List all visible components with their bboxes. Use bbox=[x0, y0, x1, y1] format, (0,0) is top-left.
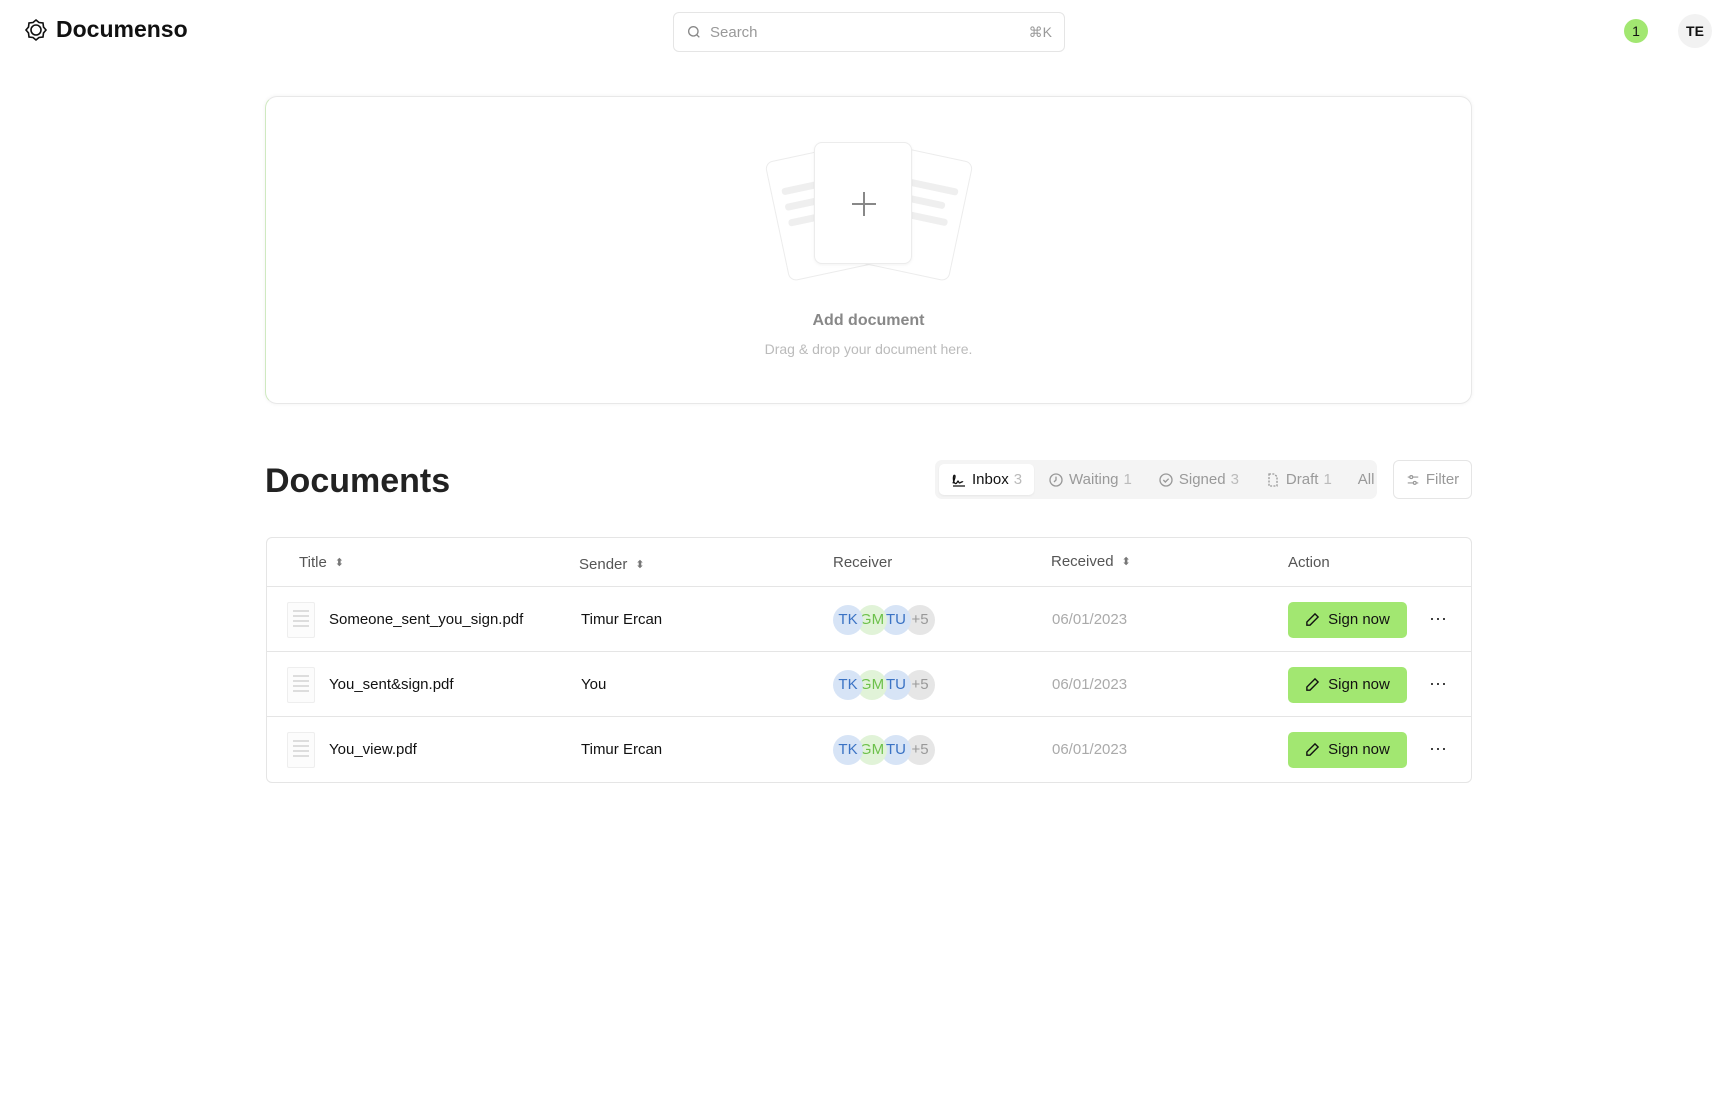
sign-now-label: Sign now bbox=[1328, 676, 1390, 693]
sender: You bbox=[581, 652, 606, 717]
check-circle-icon bbox=[1158, 472, 1174, 488]
sign-now-button[interactable]: Sign now bbox=[1288, 732, 1407, 768]
document-title-cell[interactable]: You_view.pdf bbox=[287, 717, 417, 782]
upload-title: Add document bbox=[266, 312, 1471, 330]
sort-icon: ⬍ bbox=[335, 556, 344, 569]
search-placeholder: Search bbox=[710, 24, 758, 41]
table-row[interactable]: You_sent&sign.pdf You TKGMTU+5 06/01/202… bbox=[267, 651, 1471, 716]
column-header-receiver: Receiver bbox=[833, 538, 892, 586]
receiver-avatars: TKGMTU+5 bbox=[833, 587, 929, 652]
column-label: Action bbox=[1288, 554, 1330, 571]
more-options-icon[interactable]: ⋯ bbox=[1429, 717, 1448, 782]
tab-count: 1 bbox=[1323, 471, 1331, 488]
document-title-cell[interactable]: Someone_sent_you_sign.pdf bbox=[287, 587, 523, 652]
more-options-icon[interactable]: ⋯ bbox=[1429, 652, 1448, 717]
pdf-file-icon bbox=[287, 667, 315, 703]
tab-count: 3 bbox=[1014, 471, 1022, 488]
receiver-avatars: TKGMTU+5 bbox=[833, 717, 929, 782]
paper-center-illustration bbox=[814, 142, 912, 264]
upload-dropzone[interactable]: Add document Drag & drop your document h… bbox=[265, 96, 1472, 404]
tab-label: Inbox bbox=[972, 471, 1009, 488]
tab-label: All bbox=[1358, 471, 1375, 488]
receiver-avatar: TK bbox=[833, 605, 863, 635]
column-header-title[interactable]: Title ⬍ bbox=[299, 538, 344, 586]
search-icon bbox=[686, 24, 702, 40]
file-dashed-icon bbox=[1265, 472, 1281, 488]
sign-now-button[interactable]: Sign now bbox=[1288, 667, 1407, 703]
receiver-avatar: TK bbox=[833, 670, 863, 700]
search-input[interactable]: Search ⌘K bbox=[673, 12, 1065, 52]
hexagon-gear-icon bbox=[24, 18, 48, 42]
more-options-icon[interactable]: ⋯ bbox=[1429, 587, 1448, 652]
document-title: You_view.pdf bbox=[329, 741, 417, 758]
sign-now-label: Sign now bbox=[1328, 741, 1390, 758]
sort-icon: ⬍ bbox=[1122, 555, 1131, 568]
documents-table: Title ⬍ Sender ⬍ Receiver Received ⬍ Action… bbox=[266, 537, 1472, 783]
upload-subtitle: Drag & drop your document here. bbox=[266, 341, 1471, 357]
pencil-icon bbox=[1305, 677, 1320, 692]
tab-inbox[interactable]: Inbox 3 bbox=[939, 464, 1034, 495]
tab-label: Waiting bbox=[1069, 471, 1118, 488]
tab-label: Signed bbox=[1179, 471, 1226, 488]
document-title-cell[interactable]: You_sent&sign.pdf bbox=[287, 652, 454, 717]
pencil-icon bbox=[1305, 742, 1320, 757]
tab-label: Draft bbox=[1286, 471, 1319, 488]
receiver-avatar: TK bbox=[833, 735, 863, 765]
filter-button[interactable]: Filter bbox=[1393, 460, 1472, 499]
sender: Timur Ercan bbox=[581, 587, 662, 652]
column-header-received[interactable]: Received ⬍ bbox=[1051, 537, 1131, 585]
table-row[interactable]: You_view.pdf Timur Ercan TKGMTU+5 06/01/… bbox=[267, 716, 1471, 781]
tab-count: 1 bbox=[1124, 471, 1132, 488]
sort-icon: ⬍ bbox=[635, 558, 644, 571]
document-title: Someone_sent_you_sign.pdf bbox=[329, 611, 523, 628]
page-title: Documents bbox=[265, 462, 450, 501]
pdf-file-icon bbox=[287, 602, 315, 638]
tab-draft[interactable]: Draft1 bbox=[1253, 464, 1344, 495]
column-label: Title bbox=[299, 554, 327, 571]
receiver-avatars: TKGMTU+5 bbox=[833, 652, 929, 717]
column-header-sender[interactable]: Sender ⬍ bbox=[579, 540, 645, 588]
notification-badge[interactable]: 1 bbox=[1624, 19, 1648, 43]
tab-waiting[interactable]: Waiting 1 bbox=[1036, 464, 1144, 495]
column-label: Receiver bbox=[833, 554, 892, 571]
clock-icon bbox=[1048, 472, 1064, 488]
sign-now-label: Sign now bbox=[1328, 611, 1390, 628]
document-title: You_sent&sign.pdf bbox=[329, 676, 454, 693]
plus-icon bbox=[851, 191, 877, 217]
pencil-icon bbox=[1305, 612, 1320, 627]
sender: Timur Ercan bbox=[581, 717, 662, 782]
filter-label: Filter bbox=[1426, 471, 1459, 488]
received-date: 06/01/2023 bbox=[1052, 587, 1127, 652]
pdf-file-icon bbox=[287, 732, 315, 768]
app-name: Documenso bbox=[56, 16, 188, 43]
received-date: 06/01/2023 bbox=[1052, 717, 1127, 782]
sign-now-button[interactable]: Sign now bbox=[1288, 602, 1407, 638]
user-avatar[interactable]: TE bbox=[1678, 14, 1712, 48]
app-logo[interactable]: Documenso bbox=[24, 16, 188, 43]
status-tabs: Inbox3 Waiting1 Signed3 Draft1 All bbox=[935, 460, 1377, 499]
table-row[interactable]: Someone_sent_you_sign.pdf Timur Ercan TK… bbox=[267, 586, 1471, 651]
tab-all[interactable]: All bbox=[1346, 464, 1387, 495]
column-header-action: Action bbox=[1288, 538, 1330, 586]
tab-signed[interactable]: Signed 3 bbox=[1146, 464, 1251, 495]
signature-icon bbox=[951, 472, 967, 488]
column-label: Received bbox=[1051, 553, 1114, 570]
search-shortcut: ⌘K bbox=[1029, 24, 1052, 41]
sliders-icon bbox=[1406, 473, 1420, 487]
tab-count: 3 bbox=[1231, 471, 1239, 488]
column-label: Sender bbox=[579, 556, 627, 573]
received-date: 06/01/2023 bbox=[1052, 652, 1127, 717]
